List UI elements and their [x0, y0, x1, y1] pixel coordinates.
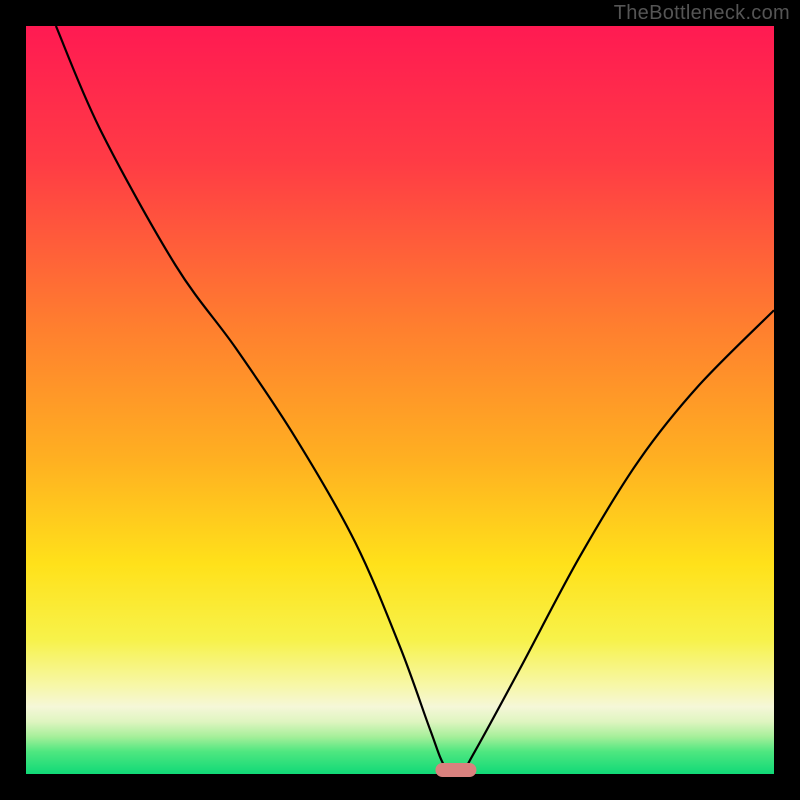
chart-frame: TheBottleneck.com	[0, 0, 800, 800]
plot-area	[26, 26, 774, 774]
optimal-point-marker	[436, 763, 477, 777]
bottleneck-curve	[26, 26, 774, 774]
watermark-text: TheBottleneck.com	[614, 2, 790, 25]
